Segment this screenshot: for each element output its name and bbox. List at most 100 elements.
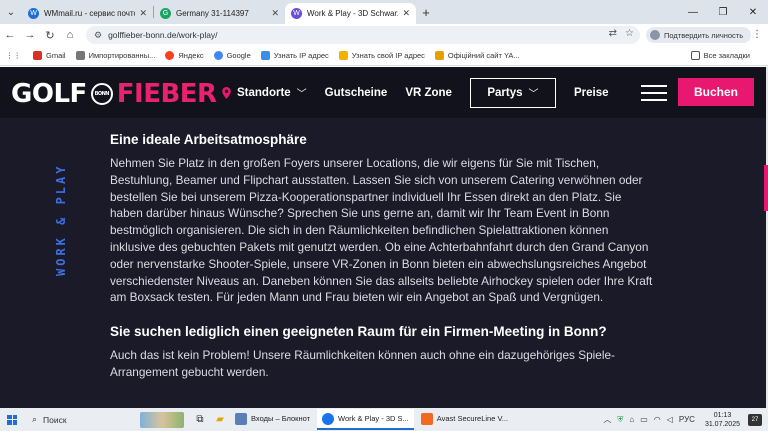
bookmark-ip[interactable]: Узнать IP адрес	[260, 51, 329, 60]
network-icon[interactable]: ⌂	[629, 415, 634, 424]
file-explorer-icon[interactable]: ▰	[210, 414, 230, 425]
clock-date: 31.07.2025	[704, 420, 740, 428]
section-paragraph: Auch das ist kein Problem! Unsere Räumli…	[110, 348, 615, 379]
start-button[interactable]	[0, 414, 24, 425]
browser-toolbar: ← → ↻ ⌂ ⚙ golffieber-bonn.de/work-play/ …	[0, 24, 768, 46]
taskbar-app-notepad[interactable]: Входы – Блокнот	[230, 409, 315, 430]
translate-icon[interactable]: ⇄	[609, 28, 617, 39]
search-icon: ⌕	[32, 414, 38, 424]
buchen-button[interactable]: Buchen	[678, 78, 754, 106]
main-nav: Standorte ﹀ Gutscheine VR Zone Partys ﹀ …	[222, 67, 626, 118]
notepad-icon	[235, 412, 247, 425]
tab-title: WMmail.ru - сервис почтовых	[44, 9, 135, 18]
nav-partys[interactable]: Partys ﹀	[469, 77, 556, 108]
taskbar-app-chrome[interactable]: Work & Play - 3D S...	[317, 409, 414, 430]
section-heading: Eine ideale Arbeitsatmosphäre	[110, 132, 307, 147]
logo-fieber: FIEBER	[116, 79, 217, 109]
windows-logo-icon	[7, 414, 17, 425]
nav-gutscheine[interactable]: Gutscheine	[325, 87, 388, 99]
url-text: golffieber-bonn.de/work-play/	[108, 30, 218, 40]
site-header: GOLF BONN FIEBER Standorte ﹀ Gutscheine …	[0, 67, 766, 118]
nav-preise[interactable]: Preise	[574, 87, 609, 99]
minimize-icon[interactable]: —	[678, 0, 708, 24]
browser-menu-icon[interactable]: ⋮	[752, 29, 762, 40]
battery-icon[interactable]: ▭	[640, 415, 648, 424]
reload-icon[interactable]: ↻	[40, 29, 60, 42]
back-arrow-icon[interactable]: ←	[0, 29, 20, 41]
close-window-icon[interactable]: ✕	[738, 0, 768, 24]
site-logo[interactable]: GOLF BONN FIEBER	[11, 79, 217, 109]
task-view-icon[interactable]: ⧉	[190, 414, 210, 425]
new-tab-button[interactable]: +	[416, 5, 436, 20]
bookmark-apps-icon[interactable]: ⋮⋮	[6, 51, 21, 60]
all-bookmarks[interactable]: Все закладки	[690, 51, 750, 60]
window-controls: — ❐ ✕	[678, 0, 768, 24]
forward-arrow-icon[interactable]: →	[20, 29, 40, 41]
bookmark-label: Узнать свой IP адрес	[351, 51, 425, 60]
bookmark-ya-site[interactable]: Офіційний сайт YA...	[434, 51, 520, 60]
logo-golf: GOLF	[11, 79, 87, 109]
nav-label: VR Zone	[405, 86, 452, 99]
avast-icon	[420, 412, 433, 425]
content-section: WORK & PLAY Eine ideale Arbeitsatmosphär…	[0, 118, 766, 408]
work-play-favicon-icon: W	[291, 8, 302, 19]
folder-icon	[75, 51, 85, 60]
close-tab-icon[interactable]: ✕	[271, 8, 279, 19]
app-label: Work & Play - 3D S...	[338, 414, 409, 423]
tab-wmmail[interactable]: W WMmail.ru - сервис почтовых ✕	[22, 3, 153, 24]
bookmark-star-icon[interactable]: ☆	[625, 28, 634, 39]
clock-time: 01:13	[713, 411, 732, 419]
bookmark-label: Gmail	[46, 51, 66, 60]
close-tab-icon[interactable]: ✕	[139, 8, 147, 19]
bookmark-google[interactable]: Google	[213, 51, 251, 60]
restore-icon[interactable]: ❐	[708, 0, 738, 24]
germany-favicon-icon: G	[160, 8, 171, 19]
nav-vr-zone[interactable]: VR Zone	[405, 87, 452, 99]
tab-search-icon[interactable]: ⌄	[0, 1, 22, 23]
side-feedback-tab[interactable]	[764, 165, 768, 211]
side-label-text: WORK & PLAY	[54, 163, 68, 276]
language-indicator[interactable]: РУС	[679, 415, 695, 424]
bookmark-imported[interactable]: Импортированны...	[75, 51, 156, 60]
bookmark-gmail[interactable]: Gmail	[33, 51, 66, 60]
hamburger-menu-icon[interactable]	[641, 85, 667, 106]
tray-expand-icon[interactable]: ︿	[603, 414, 611, 425]
chevron-down-icon: ﹀	[528, 89, 539, 100]
chevron-down-icon: ﹀	[296, 89, 307, 100]
search-label: Поиск	[43, 414, 67, 425]
folder-icon	[690, 51, 700, 60]
home-icon[interactable]: ⌂	[60, 29, 80, 41]
ya-icon	[434, 51, 444, 60]
wifi-icon[interactable]: ◠	[654, 415, 661, 424]
bookmark-label: Узнать IP адрес	[273, 51, 329, 60]
widgets-icon[interactable]	[140, 411, 184, 428]
bookmarks-bar: ⋮⋮ Gmail Импортированны... Яндекс Google…	[0, 46, 768, 66]
tab-germany[interactable]: G Germany 31-114397 ✕	[154, 3, 285, 24]
bookmark-yandex[interactable]: Яндекс	[165, 51, 204, 60]
side-label: WORK & PLAY	[52, 154, 76, 278]
security-icon[interactable]: ⛨	[617, 415, 623, 425]
bookmark-my-ip[interactable]: Узнать свой IP адрес	[338, 51, 425, 60]
profile-button[interactable]: Подтвердить личность	[646, 27, 752, 43]
volume-icon[interactable]: ◁	[667, 415, 673, 424]
site-info-icon[interactable]: ⚙	[94, 30, 102, 41]
notification-badge[interactable]: 27	[748, 413, 762, 426]
tab-work-play[interactable]: W Work & Play - 3D Schwarzlicht ✕	[285, 3, 416, 24]
close-tab-icon[interactable]: ✕	[402, 8, 410, 19]
bookmark-label: Импортированны...	[88, 51, 156, 60]
clock[interactable]: 01:13 31.07.2025	[705, 411, 740, 429]
avatar-icon	[650, 30, 660, 40]
logo-ball-text: BONN	[94, 91, 110, 97]
taskbar-app-avast[interactable]: Avast SecureLine V...	[416, 409, 513, 430]
gmail-icon	[33, 51, 42, 60]
section-heading: Sie suchen lediglich einen geeigneten Ra…	[110, 324, 607, 340]
address-bar[interactable]: ⚙ golffieber-bonn.de/work-play/ ⇄ ☆	[86, 26, 640, 44]
bookmark-label: Google	[226, 51, 251, 60]
app-label: Входы – Блокнот	[251, 414, 311, 423]
bookmark-label: Яндекс	[178, 51, 204, 60]
nav-standorte[interactable]: Standorte ﹀	[222, 85, 307, 100]
app-label: Avast SecureLine V...	[436, 414, 509, 423]
wmmail-favicon-icon: W	[28, 8, 39, 19]
nav-label: Partys	[487, 86, 523, 99]
taskbar-search[interactable]: ⌕ Поиск	[24, 411, 134, 428]
